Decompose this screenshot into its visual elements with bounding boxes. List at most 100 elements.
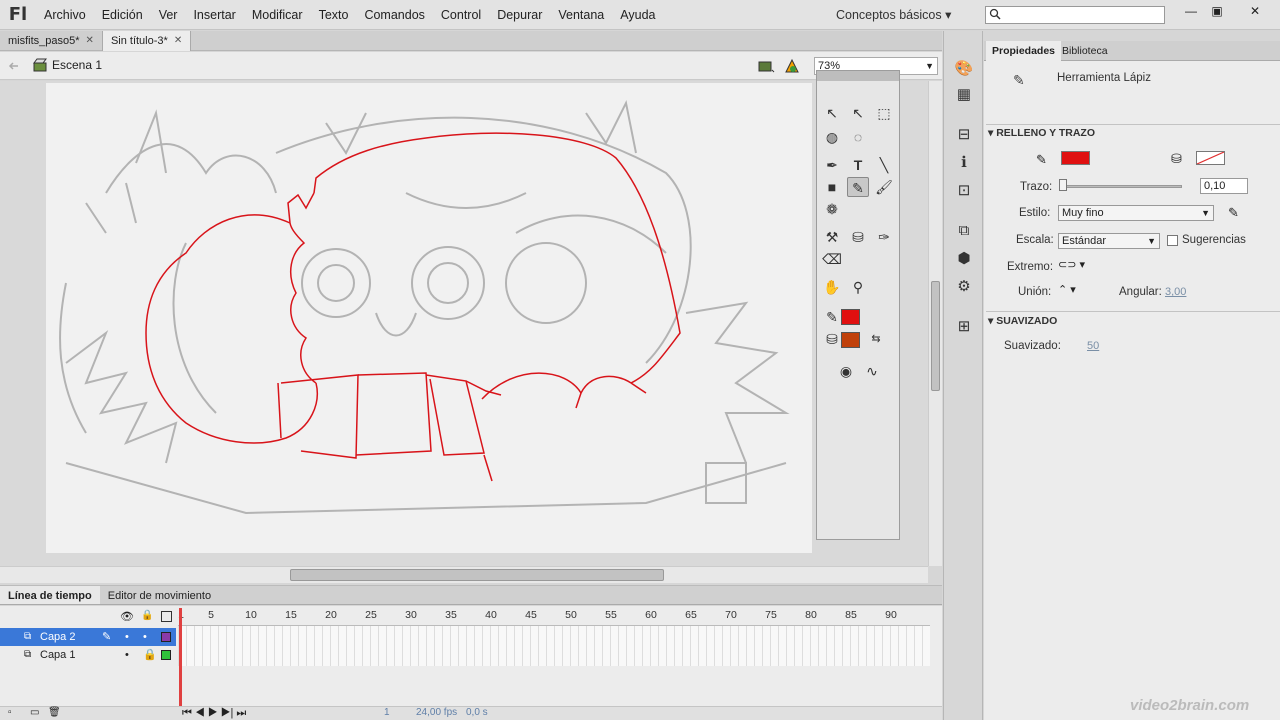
subselection-tool-icon[interactable]: ↖: [847, 103, 869, 123]
frame-rate[interactable]: 24,00 fps: [416, 707, 457, 718]
lock-dot[interactable]: 🔒: [143, 646, 157, 664]
tab-editor-de-movimiento[interactable]: Editor de movimiento: [100, 586, 219, 604]
line-tool-icon[interactable]: ╲: [873, 155, 895, 175]
pencil-tool-icon[interactable]: ✎: [847, 177, 869, 197]
edit-scene-icon[interactable]: [758, 58, 776, 74]
stage-canvas[interactable]: [46, 83, 812, 553]
layer-name[interactable]: Capa 1: [40, 646, 75, 664]
new-layer-icon[interactable]: ▫: [8, 707, 12, 718]
free-transform-tool-icon[interactable]: ⬚: [873, 103, 895, 123]
menu-item-ver[interactable]: Ver: [151, 0, 186, 30]
fill-color-swatch[interactable]: [841, 332, 860, 348]
paint-bucket-tool-icon[interactable]: ⛁: [847, 227, 869, 247]
elapsed-time[interactable]: 0,0 s: [466, 707, 488, 718]
stage-area[interactable]: [0, 81, 928, 566]
horizontal-scrollbar[interactable]: [0, 566, 928, 583]
escala-select[interactable]: Estándar ▼: [1058, 233, 1160, 249]
layer-color-box[interactable]: [161, 650, 171, 660]
tools-panel-header[interactable]: [817, 71, 899, 81]
brush-tool-icon[interactable]: 🖌: [873, 177, 895, 197]
tab-linea-de-tiempo[interactable]: Línea de tiempo: [0, 586, 100, 604]
workspace-switcher[interactable]: Conceptos básicos ▾: [836, 0, 951, 30]
estilo-select[interactable]: Muy fino ▼: [1058, 205, 1214, 221]
menu-item-control[interactable]: Control: [433, 0, 489, 30]
text-tool-icon[interactable]: T: [847, 155, 869, 175]
code-snippets-icon[interactable]: ⧉: [954, 221, 974, 241]
playhead[interactable]: [179, 608, 182, 706]
scroll-thumb[interactable]: [290, 569, 664, 581]
pen-tool-icon[interactable]: ✒: [821, 155, 843, 175]
layer-name[interactable]: Capa 2: [40, 628, 75, 646]
search-input[interactable]: [985, 6, 1165, 24]
tab-propiedades[interactable]: Propiedades: [986, 41, 1062, 61]
slider-handle[interactable]: [1059, 179, 1067, 191]
rectangle-tool-icon[interactable]: ■: [821, 177, 843, 197]
layer-row[interactable]: ⧉ Capa 1 • 🔒: [0, 646, 176, 664]
stroke-width-slider[interactable]: [1060, 185, 1182, 188]
stroke-color-picker[interactable]: [1061, 151, 1090, 165]
cap-select[interactable]: ⊂⊃ ▾: [1058, 258, 1085, 271]
sugerencias-checkbox[interactable]: [1167, 235, 1178, 246]
components-panel-icon[interactable]: ⬢: [954, 249, 974, 269]
lock-icon[interactable]: 🔒: [141, 610, 153, 621]
new-folder-icon[interactable]: ▭: [30, 707, 39, 718]
deco-tool-icon[interactable]: ❁: [821, 199, 843, 219]
doc-tab-sin-titulo[interactable]: Sin título-3* ✕: [102, 31, 192, 51]
menu-item-ventana[interactable]: Ventana: [550, 0, 612, 30]
menu-item-archivo[interactable]: Archivo: [36, 0, 94, 30]
frame-ruler[interactable]: 151015202530354045505560657075808590: [178, 606, 930, 626]
join-select[interactable]: ⌃ ▾: [1058, 283, 1076, 296]
close-icon[interactable]: ✕: [174, 31, 182, 51]
back-arrow-icon[interactable]: [8, 60, 20, 72]
movie-explorer-icon[interactable]: ⊞: [954, 317, 974, 337]
trash-icon[interactable]: 🗑: [48, 707, 61, 718]
maximize-button[interactable]: ▣: [1204, 2, 1230, 20]
menu-item-edicion[interactable]: Edición: [94, 0, 151, 30]
bone-tool-icon[interactable]: ⚒: [821, 227, 843, 247]
stroke-color-swatch[interactable]: [841, 309, 860, 325]
section-relleno-y-trazo[interactable]: ▾ RELLENO Y TRAZO: [988, 127, 1095, 139]
tab-biblioteca[interactable]: Biblioteca: [1056, 41, 1114, 61]
hand-tool-icon[interactable]: ✋: [821, 277, 843, 297]
smooth-option-icon[interactable]: ∿: [861, 361, 883, 381]
menu-item-texto[interactable]: Texto: [311, 0, 357, 30]
menu-item-comandos[interactable]: Comandos: [356, 0, 432, 30]
minimize-button[interactable]: —: [1178, 2, 1204, 20]
3d-rotation-tool-icon[interactable]: ◍: [821, 127, 843, 147]
frame-grid[interactable]: [178, 626, 930, 666]
zoom-tool-icon[interactable]: ⚲: [847, 277, 869, 297]
section-suavizado[interactable]: ▾ SUAVIZADO: [988, 315, 1057, 327]
menu-item-insertar[interactable]: Insertar: [185, 0, 243, 30]
visibility-dot[interactable]: •: [125, 646, 129, 664]
info-panel-icon[interactable]: ℹ: [954, 153, 974, 173]
stroke-width-input[interactable]: 0,10: [1200, 178, 1248, 194]
selection-tool-icon[interactable]: ↖: [821, 103, 843, 123]
eraser-tool-icon[interactable]: ⌫: [821, 249, 843, 269]
layer-color-box[interactable]: [161, 632, 171, 642]
close-button[interactable]: ✕: [1242, 2, 1268, 20]
current-frame[interactable]: 1: [384, 707, 390, 718]
swatches-panel-icon[interactable]: ▦: [954, 85, 974, 105]
align-panel-icon[interactable]: ⊟: [954, 125, 974, 145]
edit-stroke-style-icon[interactable]: ✎: [1228, 205, 1239, 221]
menu-item-modificar[interactable]: Modificar: [244, 0, 311, 30]
layer-row[interactable]: ⧉ Capa 2 ✎ • •: [0, 628, 176, 646]
transform-panel-icon[interactable]: ⊡: [954, 181, 974, 201]
close-icon[interactable]: ✕: [86, 31, 94, 51]
angular-value[interactable]: 3,00: [1165, 286, 1186, 298]
edit-symbols-icon[interactable]: [784, 58, 804, 74]
motion-presets-icon[interactable]: ⚙: [954, 277, 974, 297]
eye-icon[interactable]: 👁: [120, 610, 134, 623]
eyedropper-tool-icon[interactable]: ✑: [873, 227, 895, 247]
color-panel-icon[interactable]: 🎨: [954, 59, 974, 79]
menu-item-depurar[interactable]: Depurar: [489, 0, 550, 30]
visibility-dot[interactable]: •: [125, 628, 129, 646]
object-drawing-icon[interactable]: ◉: [835, 361, 857, 381]
scene-label[interactable]: Escena 1: [52, 58, 102, 72]
vertical-scrollbar[interactable]: [928, 81, 942, 566]
swap-colors-icon[interactable]: ⇆: [865, 329, 887, 349]
outline-icon[interactable]: [161, 611, 172, 622]
menu-item-ayuda[interactable]: Ayuda: [612, 0, 663, 30]
lasso-tool-icon[interactable]: ◌: [847, 127, 869, 147]
suavizado-value[interactable]: 50: [1087, 340, 1099, 352]
